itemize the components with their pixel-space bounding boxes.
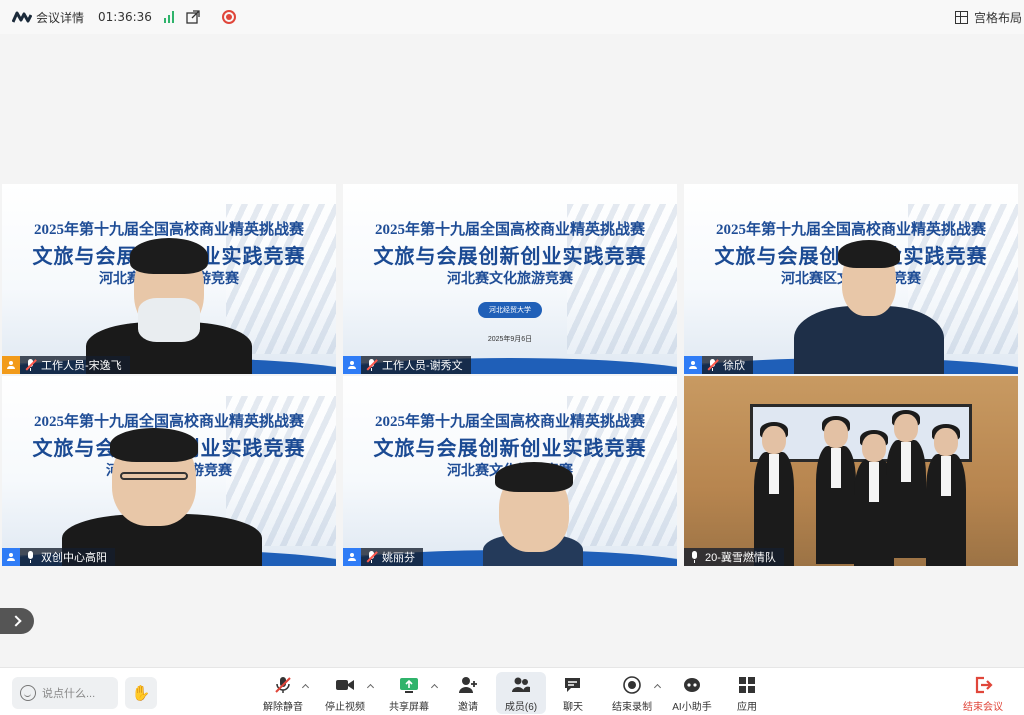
video-tile[interactable]: 2025年第十九届全国高校商业精英挑战赛 文旅与会展创新创业实践竞赛 河北赛文化…: [2, 376, 336, 566]
exit-icon: [973, 675, 993, 695]
quick-chat-input[interactable]: 说点什么...: [12, 677, 118, 709]
slide-heading: 文旅与会展创新创业实践竞赛: [373, 246, 647, 268]
microphone-muted-icon: [706, 358, 720, 372]
grid-layout-icon: [954, 10, 968, 24]
end-recording-label: 结束录制: [612, 702, 652, 713]
stop-video-button[interactable]: 停止视频: [320, 672, 370, 714]
shared-slide: 2025年第十九届全国高校商业精英挑战赛 文旅与会展创新创业实践竞赛 河北赛文化…: [343, 184, 677, 374]
audio-options-chevron-icon[interactable]: [302, 683, 310, 691]
microphone-muted-icon: [365, 550, 379, 564]
add-user-icon: [458, 675, 478, 695]
share-screen-label: 共享屏幕: [389, 702, 429, 713]
stop-video-label: 停止视频: [325, 702, 365, 713]
video-grid: 2025年第十九届全国高校商业精英挑战赛 文旅与会展创新创业实践竞赛 河北赛区文…: [0, 34, 1024, 667]
participant-name-label: 徐欣: [684, 356, 753, 374]
unmute-button[interactable]: 解除静音: [258, 672, 308, 714]
microphone-speaking-icon: [688, 550, 702, 564]
network-signal-icon[interactable]: [163, 11, 174, 23]
participant-role-icon: [2, 548, 20, 566]
university-badge: 河北经贸大学: [478, 302, 542, 318]
video-tile[interactable]: 2025年第十九届全国高校商业精英挑战赛 文旅与会展创新创业实践竞赛 河北赛区文…: [684, 184, 1018, 374]
hand-icon: ✋: [131, 685, 151, 702]
participant-name: 姚丽芬: [382, 552, 415, 564]
tencent-meeting-logo-icon: [12, 10, 32, 24]
ai-assistant-label: AI小助手: [672, 702, 712, 713]
participant-name: 工作人员-宋逸飞: [41, 360, 122, 372]
share-link-icon[interactable]: [186, 10, 200, 24]
end-meeting-button[interactable]: 结束会议: [958, 672, 1008, 714]
microphone-muted-icon: [24, 358, 38, 372]
expand-sidebar-button[interactable]: [0, 608, 34, 634]
video-tile[interactable]: 2025年第十九届全国高校商业精英挑战赛 文旅与会展创新创业实践竞赛 河北赛文化…: [343, 376, 677, 566]
meeting-timer: 01:36:36: [98, 10, 152, 24]
slide-date: 2025年9月6日: [487, 336, 533, 343]
ai-assistant-button[interactable]: AI小助手: [667, 672, 717, 714]
chat-bubble-icon: [563, 675, 583, 695]
participant-role-icon: [343, 548, 361, 566]
participant-name-label: 工作人员-谢秀文: [343, 356, 471, 374]
participant-name: 双创中心高阳: [41, 552, 107, 564]
share-options-chevron-icon[interactable]: [431, 683, 439, 691]
host-role-icon: [2, 356, 20, 374]
chat-label: 聊天: [563, 702, 583, 713]
end-recording-button[interactable]: 结束录制: [607, 672, 657, 714]
apps-label: 应用: [737, 702, 757, 713]
members-button[interactable]: 成员(6): [496, 672, 546, 714]
recording-options-chevron-icon[interactable]: [654, 683, 662, 691]
ai-robot-icon: [682, 675, 702, 695]
slide-title: 2025年第十九届全国高校商业精英挑战赛: [33, 222, 304, 238]
bottom-toolbar: 说点什么... ✋ 解除静音 停止视频 共享屏幕 邀请 成员(6) 聊天 结束录…: [0, 667, 1024, 715]
slide-heading: 文旅与会展创新创业实践竞赛: [373, 438, 647, 460]
team-video: [684, 376, 1018, 566]
participant-role-icon: [343, 356, 361, 374]
participant-name-label: 工作人员-宋逸飞: [2, 356, 130, 374]
chat-button[interactable]: 聊天: [548, 672, 598, 714]
raise-hand-button[interactable]: ✋: [125, 677, 157, 709]
layout-label: 宫格布局: [973, 10, 1022, 25]
participant-name: 工作人员-谢秀文: [382, 360, 463, 372]
apps-button[interactable]: 应用: [722, 672, 772, 714]
top-bar: 会议详情 01:36:36 宫格布局: [0, 0, 1024, 34]
end-meeting-label: 结束会议: [963, 702, 1003, 713]
layout-switch-button[interactable]: 宫格布局: [954, 0, 1024, 34]
emoji-icon[interactable]: [20, 685, 36, 701]
microphone-muted-icon: [365, 358, 379, 372]
slide-title: 2025年第十九届全国高校商业精英挑战赛: [374, 414, 645, 430]
slide-subtitle: 河北赛文化旅游竞赛: [447, 272, 573, 287]
video-tile-active-speaker[interactable]: 20-冀雪燃情队: [684, 376, 1018, 566]
video-options-chevron-icon[interactable]: [367, 683, 375, 691]
participant-role-icon: [684, 356, 702, 374]
video-tile[interactable]: 2025年第十九届全国高校商业精英挑战赛 文旅与会展创新创业实践竞赛 河北赛区文…: [2, 184, 336, 374]
invite-button[interactable]: 邀请: [443, 672, 493, 714]
unmute-label: 解除静音: [263, 702, 303, 713]
apps-grid-icon: [737, 675, 757, 695]
participant-name-label: 姚丽芬: [343, 548, 423, 566]
microphone-muted-icon: [273, 675, 293, 695]
video-camera-icon: [335, 675, 355, 695]
video-tile[interactable]: 2025年第十九届全国高校商业精英挑战赛 文旅与会展创新创业实践竞赛 河北赛文化…: [343, 184, 677, 374]
recording-indicator-icon[interactable]: [221, 10, 236, 24]
participant-name-label: 20-冀雪燃情队: [684, 548, 784, 566]
slide-title: 2025年第十九届全国高校商业精英挑战赛: [33, 414, 304, 430]
share-screen-icon: [399, 675, 419, 695]
slide-title: 2025年第十九届全国高校商业精英挑战赛: [374, 222, 645, 238]
members-label: 成员(6): [504, 702, 538, 713]
chat-placeholder: 说点什么...: [42, 688, 96, 700]
participant-name: 20-冀雪燃情队: [705, 552, 776, 564]
microphone-icon: [24, 550, 38, 564]
members-icon: [511, 675, 531, 695]
record-icon: [622, 675, 642, 695]
invite-label: 邀请: [458, 702, 478, 713]
share-screen-button[interactable]: 共享屏幕: [384, 672, 434, 714]
meeting-info-button[interactable]: 会议详情: [36, 9, 84, 26]
participant-name: 徐欣: [723, 360, 745, 372]
slide-title: 2025年第十九届全国高校商业精英挑战赛: [715, 222, 986, 238]
participant-name-label: 双创中心高阳: [2, 548, 115, 566]
